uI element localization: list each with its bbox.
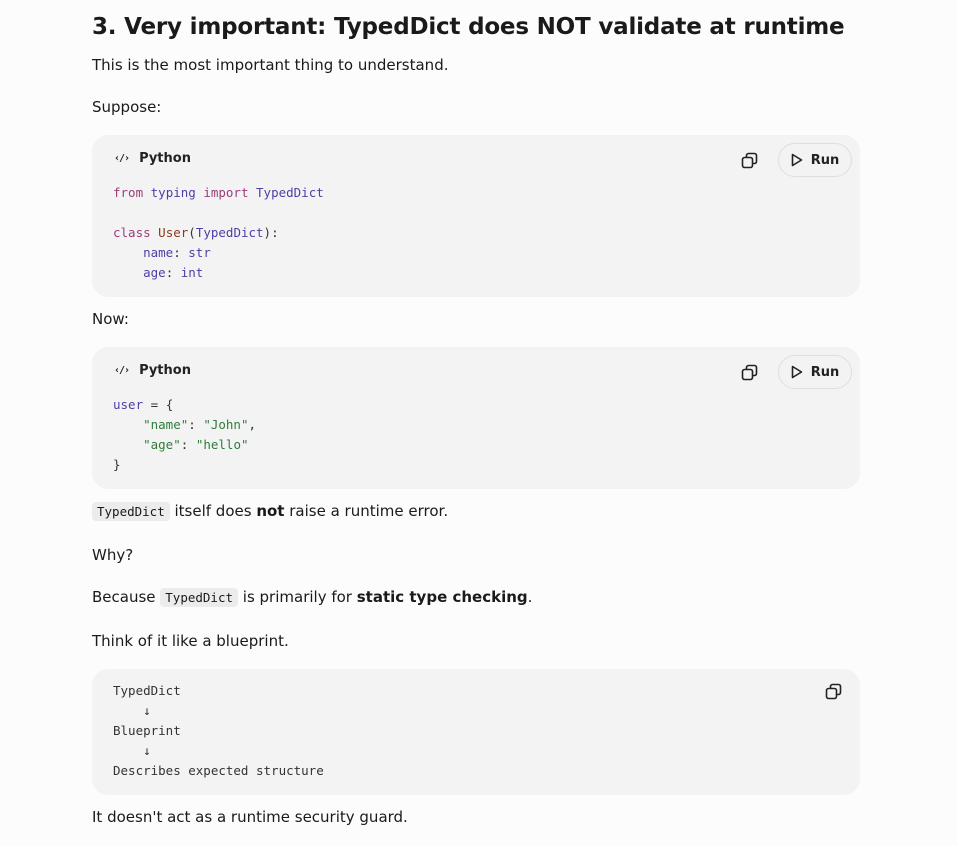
code-token: ): xyxy=(263,225,279,240)
section-heading: 3. Very important: TypedDict does NOT va… xyxy=(92,14,845,40)
paragraph-text: raise a runtime error. xyxy=(284,502,449,520)
code-token: user xyxy=(113,397,144,412)
paragraph-text: . xyxy=(527,588,533,606)
closing-text: It doesn't act as a runtime security gua… xyxy=(92,808,408,826)
code-token: from xyxy=(113,185,144,200)
code-line: ↓ xyxy=(113,703,151,718)
code-line: TypedDict xyxy=(113,683,181,698)
code-icon: ‹/› xyxy=(114,153,130,164)
suppose-text: Suppose: xyxy=(92,98,162,116)
copy-icon xyxy=(741,152,758,169)
code-token: age xyxy=(143,265,166,280)
code-token: name xyxy=(143,245,174,260)
code-token: int xyxy=(180,265,204,280)
code-language-label: Python xyxy=(139,363,191,378)
copy-icon xyxy=(741,364,758,381)
code-language-label: Python xyxy=(139,151,191,166)
code-block-2: ‹/› Python Run user = { "name": "John", … xyxy=(92,347,860,489)
paragraph-text: itself does xyxy=(169,502,257,520)
copy-icon xyxy=(825,683,842,700)
run-button[interactable]: Run xyxy=(778,143,852,177)
copy-button[interactable] xyxy=(741,152,759,170)
code-token: "age" xyxy=(143,437,181,452)
code-token: : xyxy=(188,417,196,432)
code-block-header: ‹/› Python xyxy=(114,151,191,166)
paragraph-text: Because xyxy=(92,588,161,606)
code-token: "hello" xyxy=(195,437,249,452)
why-text: Why? xyxy=(92,546,134,564)
code-token: import xyxy=(203,185,249,200)
code-token: : xyxy=(180,437,189,452)
typeddict-paragraph: TypedDict itself does not raise a runtim… xyxy=(92,501,448,522)
code-content: user = { "name": "John", "age": "hello" … xyxy=(113,395,256,475)
code-token: : xyxy=(173,245,181,260)
bold-text: static type checking xyxy=(356,588,528,606)
run-button[interactable]: Run xyxy=(778,355,852,389)
now-text: Now: xyxy=(92,310,129,328)
code-token: "John" xyxy=(203,417,249,432)
paragraph-text: is primarily for xyxy=(238,588,357,606)
code-token: typing xyxy=(150,185,196,200)
code-token: class xyxy=(113,225,151,240)
code-token: "name" xyxy=(143,417,189,432)
code-token: TypedDict xyxy=(195,225,264,240)
code-icon: ‹/› xyxy=(114,365,130,376)
code-block-header: ‹/› Python xyxy=(114,363,191,378)
blueprint-intro-text: Think of it like a blueprint. xyxy=(92,632,289,650)
copy-button[interactable] xyxy=(741,364,759,382)
run-label: Run xyxy=(810,152,840,168)
run-label: Run xyxy=(810,364,840,380)
code-line: Describes expected structure xyxy=(113,763,324,778)
code-block-1: ‹/› Python Run from typing import TypedD… xyxy=(92,135,860,297)
code-line: ↓ xyxy=(113,743,151,758)
code-content: from typing import TypedDict class User(… xyxy=(113,183,324,283)
intro-text: This is the most important thing to unde… xyxy=(92,56,449,74)
bold-text: not xyxy=(256,502,285,520)
inline-code: TypedDict xyxy=(92,502,170,521)
code-block-3: TypedDict ↓ Blueprint ↓ Describes expect… xyxy=(92,669,860,795)
code-token: ( xyxy=(188,225,196,240)
code-token: : xyxy=(165,265,174,280)
code-token: } xyxy=(113,457,121,472)
inline-code: TypedDict xyxy=(160,588,239,607)
play-icon xyxy=(791,153,803,167)
code-token: = xyxy=(150,397,159,412)
code-token: str xyxy=(188,245,211,260)
play-icon xyxy=(791,365,803,379)
code-token: TypedDict xyxy=(256,185,324,200)
code-content: TypedDict ↓ Blueprint ↓ Describes expect… xyxy=(113,681,324,781)
code-line: Blueprint xyxy=(113,723,181,738)
because-paragraph: Because TypedDict is primarily for stati… xyxy=(92,587,532,608)
code-token: User xyxy=(158,225,189,240)
code-token: { xyxy=(165,397,174,412)
copy-button[interactable] xyxy=(825,683,843,701)
code-token: , xyxy=(248,417,257,432)
